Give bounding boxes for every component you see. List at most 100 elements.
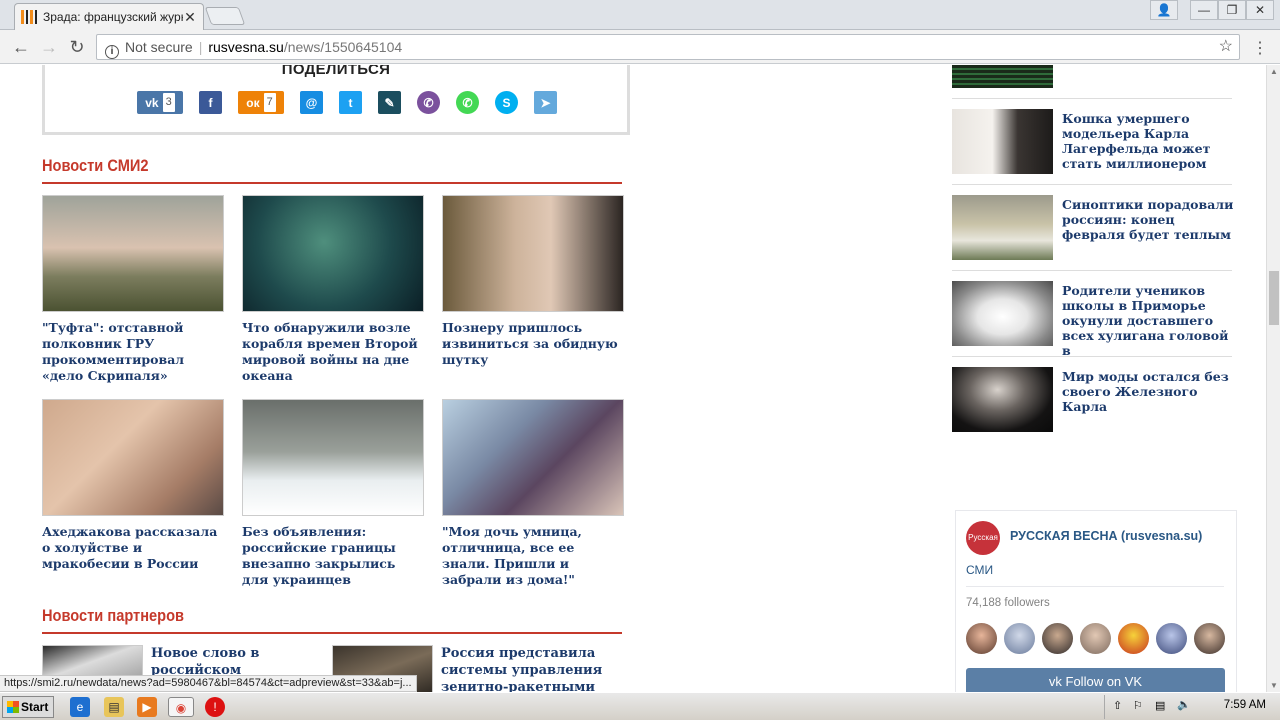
share-skype-button[interactable]: S — [495, 91, 518, 114]
back-arrow-icon[interactable]: ← — [10, 36, 32, 58]
sidebar-news-image[interactable] — [952, 195, 1053, 260]
media-player-icon[interactable]: ▶ — [137, 697, 157, 717]
news-card[interactable]: "Туфта": отставной полковник ГРУ прокомм… — [42, 195, 224, 384]
share-buttons: vk 3 f ок 7 @ t ✎ ✆ ✆ S ➤ — [137, 91, 567, 114]
folder-icon[interactable]: ▤ — [104, 697, 124, 717]
share-vk-button[interactable]: vk 3 — [137, 91, 183, 114]
browser-tab[interactable]: Зрада: французский журн ✕ — [14, 3, 204, 30]
avatar[interactable] — [1194, 623, 1225, 654]
skype-icon: S — [502, 95, 511, 110]
start-button[interactable]: Start — [2, 696, 54, 718]
news-image[interactable] — [442, 195, 624, 312]
news-image[interactable] — [242, 195, 424, 312]
bookmark-star-icon[interactable]: ☆ — [1219, 35, 1233, 59]
share-whatsapp-button[interactable]: ✆ — [456, 91, 479, 114]
partners-section-divider — [42, 632, 622, 634]
share-title: ПОДЕЛИТЬСЯ — [281, 65, 391, 78]
news-image[interactable] — [442, 399, 624, 516]
reload-icon[interactable]: ↻ — [66, 36, 88, 58]
sidebar-news-caption[interactable]: Мир моды остался без своего Железного Ка… — [1062, 369, 1234, 414]
share-twitter-button[interactable]: t — [339, 91, 362, 114]
internet-explorer-icon[interactable]: e — [70, 697, 90, 717]
browser-menu-icon[interactable]: ⋮ — [1252, 38, 1268, 58]
sidebar-news-image[interactable] — [952, 109, 1053, 174]
share-facebook-button[interactable]: f — [199, 91, 222, 114]
url-host: rusvesna.su — [208, 39, 284, 55]
sidebar-news-caption[interactable]: Кошка умершего модельера Карла Лагерфель… — [1062, 111, 1234, 171]
page-scrollbar[interactable]: ▲ ▼ — [1266, 65, 1280, 692]
vk-follow-button[interactable]: vk Follow on VK — [966, 668, 1225, 692]
new-tab-button[interactable] — [204, 7, 246, 25]
news-image[interactable] — [242, 399, 424, 516]
news-caption[interactable]: "Моя дочь умница, отличница, все ее знал… — [442, 524, 624, 588]
news-caption[interactable]: Ахеджакова рассказала о холуйстве и мрак… — [42, 524, 224, 572]
sidebar-news-caption[interactable]: Родители учеников школы в Приморье окуну… — [1062, 283, 1234, 358]
share-moimir-button[interactable]: @ — [300, 91, 323, 114]
twitter-icon: t — [348, 95, 353, 110]
odnoklassniki-icon: ок — [246, 95, 260, 110]
address-bar[interactable]: i Not secure | rusvesna.su/news/1550645104 … — [96, 34, 1240, 60]
sidebar-news-image[interactable] — [952, 65, 1053, 88]
vk-community-name[interactable]: РУССКАЯ ВЕСНА (rusvesna.su) — [1010, 529, 1202, 543]
partner-news-caption[interactable]: Новое слово в российском — [151, 645, 331, 679]
tab-close-icon[interactable]: ✕ — [183, 9, 197, 26]
news-image[interactable] — [42, 399, 224, 516]
viber-icon: ✆ — [423, 95, 434, 110]
taskbar-clock[interactable]: 7:59 AM — [1224, 699, 1266, 711]
news-card[interactable]: Ахеджакова рассказала о холуйстве и мрак… — [42, 399, 224, 572]
news-caption[interactable]: Без объявления: российские границы внеза… — [242, 524, 424, 588]
chrome-taskbar-button[interactable]: ◉ — [168, 697, 194, 717]
avatar[interactable] — [1004, 623, 1035, 654]
profile-icon[interactable]: 👤 — [1150, 0, 1178, 20]
scroll-up-arrow-icon[interactable]: ▲ — [1270, 67, 1278, 76]
system-tray: ⇧ ⚐ ▤ 🔈 7:59 AM — [1104, 695, 1280, 719]
avatar[interactable] — [1080, 623, 1111, 654]
sidebar-news-image[interactable] — [952, 281, 1053, 346]
close-window-button[interactable]: ✕ — [1246, 0, 1274, 20]
share-telegram-button[interactable]: ➤ — [534, 91, 557, 114]
scroll-down-arrow-icon[interactable]: ▼ — [1270, 681, 1278, 690]
news-caption[interactable]: Познеру пришлось извиниться за обидную ш… — [442, 320, 624, 368]
minimize-button[interactable]: — — [1190, 0, 1218, 20]
network-icon[interactable]: ▤ — [1155, 699, 1165, 712]
site-favicon-icon — [21, 9, 37, 25]
vk-icon: vk — [145, 95, 159, 110]
share-livejournal-button[interactable]: ✎ — [378, 91, 401, 114]
news-card[interactable]: Познеру пришлось извиниться за обидную ш… — [442, 195, 624, 368]
news-card[interactable]: Без объявления: российские границы внеза… — [242, 399, 424, 588]
forward-arrow-icon[interactable]: → — [38, 36, 60, 58]
partner-news-caption[interactable]: Россия представила системы управления зе… — [441, 645, 621, 692]
vk-share-count: 3 — [162, 93, 175, 112]
avatar[interactable] — [1156, 623, 1187, 654]
info-icon[interactable]: i — [105, 45, 119, 59]
share-odnoklassniki-button[interactable]: ок 7 — [238, 91, 284, 114]
vk-community-category: СМИ — [966, 563, 994, 577]
whatsapp-icon: ✆ — [462, 95, 473, 110]
news-caption[interactable]: "Туфта": отставной полковник ГРУ прокомм… — [42, 320, 224, 384]
url-separator: | — [198, 39, 203, 55]
sidebar-divider — [952, 184, 1232, 185]
restore-button[interactable]: ❐ — [1218, 0, 1246, 20]
vk-followers-count[interactable]: 74,188 followers — [966, 597, 1050, 609]
action-center-flag-icon[interactable]: ⚐ — [1133, 699, 1143, 712]
tray-expand-icon[interactable]: ⇧ — [1113, 699, 1122, 712]
sidebar-divider — [952, 356, 1232, 357]
scrollbar-thumb[interactable] — [1269, 271, 1279, 325]
volume-icon[interactable]: 🔈 — [1177, 698, 1191, 711]
news-card[interactable]: Что обнаружили возле корабля времен Втор… — [242, 195, 424, 384]
news-caption[interactable]: Что обнаружили возле корабля времен Втор… — [242, 320, 424, 384]
sidebar-news-caption[interactable]: Синоптики порадовали россиян: конец февр… — [1062, 197, 1234, 242]
vk-community-avatar[interactable]: Русская Весна — [966, 521, 1000, 576]
opera-icon[interactable]: ! — [205, 697, 225, 717]
sidebar-news-image[interactable] — [952, 367, 1053, 432]
livejournal-icon: ✎ — [384, 95, 395, 110]
avatar[interactable] — [1118, 623, 1149, 654]
news-image[interactable] — [42, 195, 224, 312]
smi2-section-divider — [42, 182, 622, 184]
news-card[interactable]: "Моя дочь умница, отличница, все ее знал… — [442, 399, 624, 588]
avatar[interactable] — [966, 623, 997, 654]
smi2-section-title[interactable]: Новости СМИ2 — [42, 156, 149, 176]
partners-section-title[interactable]: Новости партнеров — [42, 606, 184, 626]
avatar[interactable] — [1042, 623, 1073, 654]
share-viber-button[interactable]: ✆ — [417, 91, 440, 114]
